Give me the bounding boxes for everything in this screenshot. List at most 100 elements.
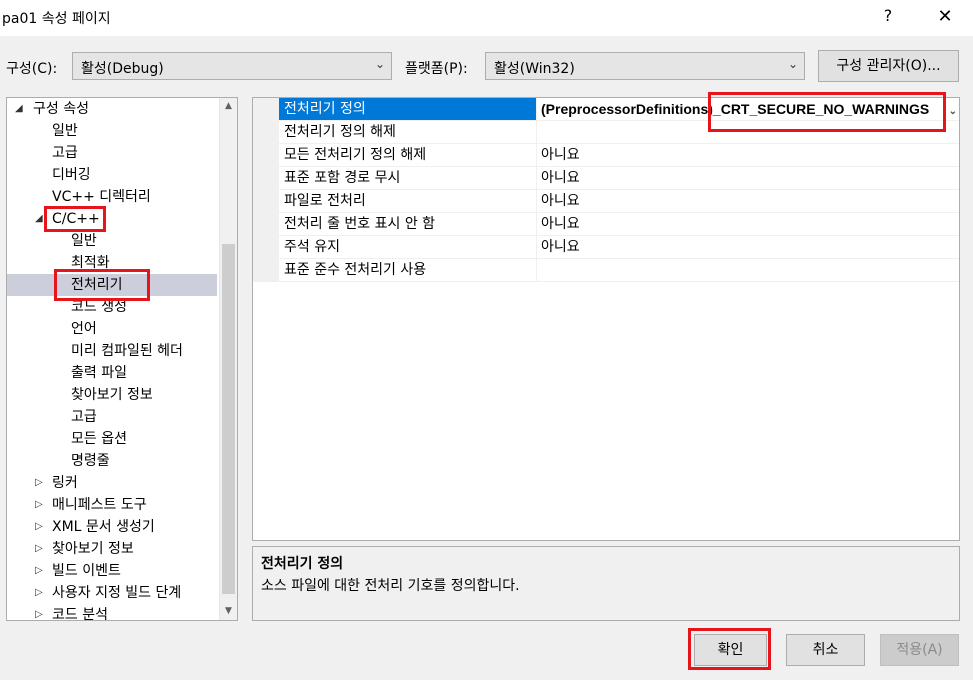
collapsed-triangle-icon[interactable]: ▷ bbox=[35, 494, 43, 516]
property-value[interactable]: 아니요 bbox=[537, 213, 959, 236]
tree-item-label: 고급 bbox=[71, 409, 97, 425]
chevron-down-icon: ⌄ bbox=[374, 57, 385, 71]
tree-item-label: 모든 옵션 bbox=[71, 431, 127, 447]
tree-item-label: VC++ 디렉터리 bbox=[52, 189, 151, 205]
collapsed-triangle-icon[interactable]: ▷ bbox=[35, 538, 43, 560]
row-gutter bbox=[253, 213, 279, 236]
configuration-label: 구성(C): bbox=[6, 61, 58, 77]
collapsed-triangle-icon[interactable]: ▷ bbox=[35, 472, 43, 494]
property-name: 전처리기 정의 해제 bbox=[279, 121, 537, 144]
property-name: 표준 포함 경로 무시 bbox=[279, 167, 537, 190]
tree-item-output-files[interactable]: 출력 파일 bbox=[7, 362, 217, 384]
tree-item-optimization[interactable]: 최적화 bbox=[7, 252, 217, 274]
tree-item-label: 찾아보기 정보 bbox=[71, 387, 153, 403]
close-icon[interactable]: ✕ bbox=[933, 6, 957, 27]
tree-item-debugging[interactable]: 디버깅 bbox=[7, 164, 217, 186]
tree-item-label: 사용자 지정 빌드 단계 bbox=[52, 585, 182, 601]
tree-item-browse-info[interactable]: 찾아보기 정보 bbox=[7, 384, 217, 406]
tree-item-custom-build-step[interactable]: ▷ 사용자 지정 빌드 단계 bbox=[7, 582, 217, 604]
scroll-down-icon[interactable]: ▼ bbox=[220, 603, 237, 620]
property-value[interactable]: 아니요 bbox=[537, 236, 959, 259]
tree-item-build-events[interactable]: ▷ 빌드 이벤트 bbox=[7, 560, 217, 582]
property-tree[interactable]: ◢ 구성 속성 일반 고급 디버깅 VC++ 디렉터리 ◢ C/C++ 일반 최… bbox=[6, 97, 238, 621]
property-name: 전처리기 정의 bbox=[279, 98, 537, 121]
property-row[interactable]: 표준 준수 전처리기 사용 bbox=[253, 259, 959, 282]
property-row[interactable]: 주석 유지 아니요 bbox=[253, 236, 959, 259]
tree-item-command-line[interactable]: 명령줄 bbox=[7, 450, 217, 472]
ok-button[interactable]: 확인 bbox=[694, 634, 767, 666]
expanded-triangle-icon[interactable]: ◢ bbox=[35, 208, 43, 230]
property-row[interactable]: 파일로 전처리 아니요 bbox=[253, 190, 959, 213]
property-row[interactable]: 전처리기 정의 해제 bbox=[253, 121, 959, 144]
property-value-input[interactable]: (PreprocessorDefinitions)_CRT_SECURE_NO_… bbox=[537, 98, 959, 121]
tree-item-code-generation[interactable]: 코드 생성 bbox=[7, 296, 217, 318]
tree-item-label: 출력 파일 bbox=[71, 365, 127, 381]
property-value[interactable] bbox=[537, 259, 959, 282]
tree-item-manifest-tool[interactable]: ▷ 매니페스트 도구 bbox=[7, 494, 217, 516]
platform-value: 활성(Win32) bbox=[494, 61, 575, 77]
tree-item-linker[interactable]: ▷ 링커 bbox=[7, 472, 217, 494]
tree-item-label: 미리 컴파일된 헤더 bbox=[71, 343, 183, 359]
row-gutter bbox=[253, 167, 279, 190]
tree-item-label: 일반 bbox=[71, 233, 97, 249]
platform-label: 플랫폼(P): bbox=[405, 61, 468, 77]
tree-item-config-properties[interactable]: ◢ 구성 속성 bbox=[7, 98, 217, 120]
property-row[interactable]: 전처리기 정의 (PreprocessorDefinitions)_CRT_SE… bbox=[253, 98, 959, 121]
tree-item-code-analysis[interactable]: ▷ 코드 분석 bbox=[7, 604, 217, 620]
property-value[interactable] bbox=[537, 121, 959, 144]
tree-item-label: 언어 bbox=[71, 321, 97, 337]
apply-button[interactable]: 적용(A) bbox=[880, 634, 959, 666]
collapsed-triangle-icon[interactable]: ▷ bbox=[35, 560, 43, 582]
collapsed-triangle-icon[interactable]: ▷ bbox=[35, 604, 43, 620]
row-gutter bbox=[253, 190, 279, 213]
tree-item-label: XML 문서 생성기 bbox=[52, 519, 155, 535]
property-value[interactable]: 아니요 bbox=[537, 190, 959, 213]
configuration-combo[interactable]: 활성(Debug) ⌄ bbox=[72, 52, 392, 80]
property-row[interactable]: 모든 전처리기 정의 해제 아니요 bbox=[253, 144, 959, 167]
tree-item-cpp-general[interactable]: 일반 bbox=[7, 230, 217, 252]
tree-item-language[interactable]: 언어 bbox=[7, 318, 217, 340]
tree-item-label: 코드 생성 bbox=[71, 299, 127, 315]
expanded-triangle-icon[interactable]: ◢ bbox=[15, 98, 23, 120]
tree-item-cpp-advanced[interactable]: 고급 bbox=[7, 406, 217, 428]
tree-item-label: 코드 분석 bbox=[52, 607, 108, 620]
tree-item-label: 전처리기 bbox=[71, 277, 123, 293]
property-value[interactable]: 아니요 bbox=[537, 167, 959, 190]
property-grid: 전처리기 정의 (PreprocessorDefinitions)_CRT_SE… bbox=[252, 97, 960, 541]
property-row[interactable]: 표준 포함 경로 무시 아니요 bbox=[253, 167, 959, 190]
property-value[interactable]: 아니요 bbox=[537, 144, 959, 167]
tree-item-label: 링커 bbox=[52, 475, 78, 491]
chevron-down-icon[interactable]: ⌄ bbox=[949, 101, 957, 120]
tree-item-label: 일반 bbox=[52, 123, 78, 139]
tree-item-label: 빌드 이벤트 bbox=[52, 563, 121, 579]
tree-scrollbar[interactable]: ▲ ▼ bbox=[219, 98, 237, 620]
window-title: pa01 속성 페이지 bbox=[2, 11, 111, 27]
scroll-up-icon[interactable]: ▲ bbox=[220, 98, 237, 115]
property-value-text: (PreprocessorDefinitions)_CRT_SECURE_NO_… bbox=[541, 101, 930, 117]
description-panel: 전처리기 정의 소스 파일에 대한 전처리 기호를 정의합니다. bbox=[252, 546, 960, 621]
cancel-button[interactable]: 취소 bbox=[786, 634, 865, 666]
row-gutter bbox=[253, 144, 279, 167]
help-icon[interactable]: ? bbox=[878, 6, 898, 25]
tree-item-browse-info-top[interactable]: ▷ 찾아보기 정보 bbox=[7, 538, 217, 560]
platform-combo[interactable]: 활성(Win32) ⌄ bbox=[485, 52, 805, 80]
tree-item-all-options[interactable]: 모든 옵션 bbox=[7, 428, 217, 450]
tree-item-general[interactable]: 일반 bbox=[7, 120, 217, 142]
tree-item-advanced[interactable]: 고급 bbox=[7, 142, 217, 164]
tree-item-vc-directories[interactable]: VC++ 디렉터리 bbox=[7, 186, 217, 208]
collapsed-triangle-icon[interactable]: ▷ bbox=[35, 516, 43, 538]
property-name: 표준 준수 전처리기 사용 bbox=[279, 259, 537, 282]
configuration-value: 활성(Debug) bbox=[81, 61, 164, 77]
config-manager-button[interactable]: 구성 관리자(O)... bbox=[818, 50, 959, 82]
tree-item-cpp[interactable]: ◢ C/C++ bbox=[7, 208, 217, 230]
row-gutter bbox=[253, 98, 279, 121]
tree-item-label: 고급 bbox=[52, 145, 78, 161]
scrollbar-thumb[interactable] bbox=[222, 244, 235, 594]
collapsed-triangle-icon[interactable]: ▷ bbox=[35, 582, 43, 604]
tree-item-label: 최적화 bbox=[71, 255, 110, 271]
tree-item-precompiled-headers[interactable]: 미리 컴파일된 헤더 bbox=[7, 340, 217, 362]
property-row[interactable]: 전처리 줄 번호 표시 안 함 아니요 bbox=[253, 213, 959, 236]
tree-item-label: 명령줄 bbox=[71, 453, 110, 469]
tree-item-xml-doc-generator[interactable]: ▷ XML 문서 생성기 bbox=[7, 516, 217, 538]
tree-item-preprocessor[interactable]: 전처리기 bbox=[7, 274, 217, 296]
